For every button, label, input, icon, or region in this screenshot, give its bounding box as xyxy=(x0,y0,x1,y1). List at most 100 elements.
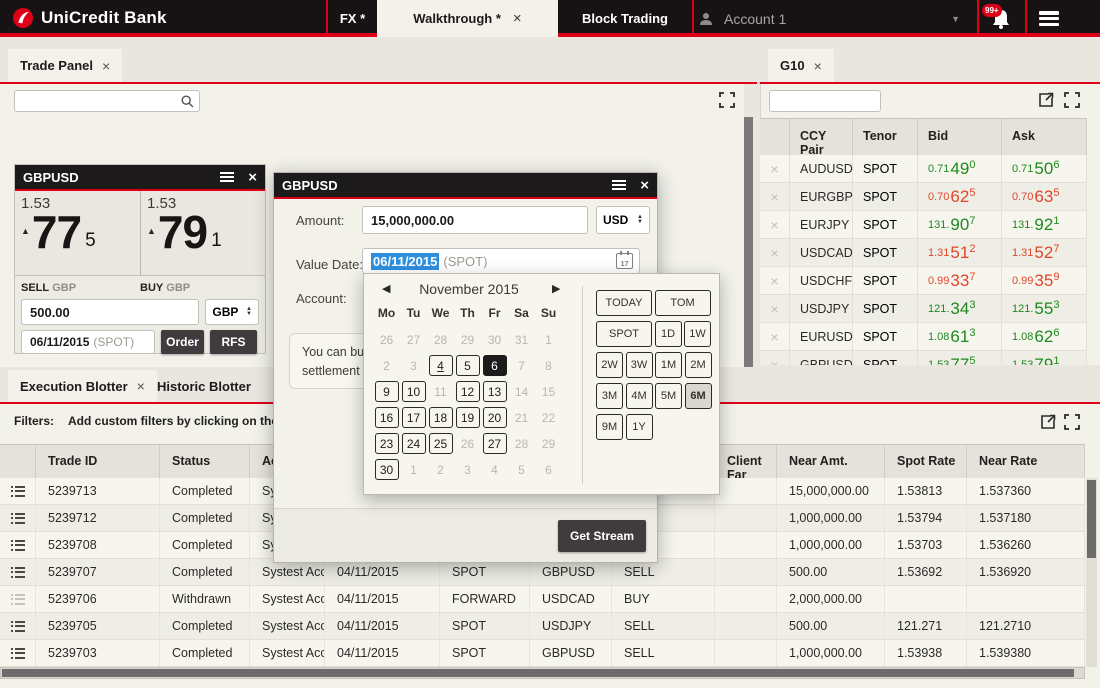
widget-close-icon[interactable]: × xyxy=(248,169,257,186)
g10-search[interactable] xyxy=(769,90,881,112)
calendar-day[interactable]: 27 xyxy=(482,432,507,455)
bid-cell[interactable]: 0.71490 xyxy=(918,155,1002,182)
tab-trade-panel[interactable]: Trade Panel × xyxy=(8,49,122,82)
calendar-day[interactable]: 23 xyxy=(374,432,399,455)
tenor-button-4m[interactable]: 4M xyxy=(626,383,653,409)
remove-row-icon[interactable]: × xyxy=(760,183,790,210)
remove-row-icon[interactable]: × xyxy=(760,267,790,294)
prev-month-icon[interactable]: ◀ xyxy=(382,282,390,295)
remove-row-icon[interactable]: × xyxy=(760,239,790,266)
buy-price-tile[interactable]: 1.53 ▲ 79 1 xyxy=(140,191,265,275)
bid-cell[interactable]: 1.08613 xyxy=(918,323,1002,350)
trade-row[interactable]: 5239705CompletedSystest Account04/11/201… xyxy=(0,613,1085,640)
tab-fx[interactable]: FX * xyxy=(328,0,377,37)
widget-menu-icon[interactable] xyxy=(220,172,234,182)
tenor-button-9m[interactable]: 9M xyxy=(596,414,623,440)
calendar-day[interactable]: 20 xyxy=(482,406,507,429)
bid-cell[interactable]: 0.99337 xyxy=(918,267,1002,294)
ask-cell[interactable]: 0.71506 xyxy=(1002,155,1087,182)
currency-select[interactable]: GBP ▲▼ xyxy=(205,299,259,325)
tenor-button-1m[interactable]: 1M xyxy=(655,352,682,378)
ask-cell[interactable]: 1.53791 xyxy=(1002,351,1087,365)
fullscreen-icon[interactable] xyxy=(1064,414,1081,431)
vertical-scrollbar[interactable] xyxy=(744,117,753,367)
amount-input[interactable]: 500.00 xyxy=(21,299,199,325)
search-input[interactable] xyxy=(15,91,199,111)
ask-cell[interactable]: 1.31527 xyxy=(1002,239,1087,266)
calendar-day[interactable]: 6 xyxy=(482,354,507,377)
tab-walkthrough[interactable]: Walkthrough * × xyxy=(377,0,558,37)
tenor-button-3m[interactable]: 3M xyxy=(596,383,623,409)
ask-cell[interactable]: 121.553 xyxy=(1002,295,1087,322)
bid-cell[interactable]: 1.31512 xyxy=(918,239,1002,266)
main-menu-icon[interactable] xyxy=(1039,11,1059,26)
horizontal-scrollbar[interactable] xyxy=(0,667,1085,679)
bid-cell[interactable]: 0.70625 xyxy=(918,183,1002,210)
remove-row-icon[interactable]: × xyxy=(760,155,790,182)
tab-execution-blotter[interactable]: Execution Blotter × xyxy=(8,370,157,402)
close-icon[interactable]: × xyxy=(137,378,145,394)
dialog-currency-select[interactable]: USD ▲▼ xyxy=(596,206,650,234)
dialog-menu-icon[interactable] xyxy=(612,180,626,190)
calendar-day[interactable]: 5 xyxy=(455,354,480,377)
calendar-day[interactable]: 19 xyxy=(455,406,480,429)
order-button[interactable]: Order xyxy=(161,330,204,354)
tab-block-trading[interactable]: Block Trading xyxy=(558,0,692,37)
get-stream-button[interactable]: Get Stream xyxy=(558,520,646,552)
tab-g10[interactable]: G10 × xyxy=(768,49,834,82)
instrument-search[interactable] xyxy=(14,90,200,112)
bid-cell[interactable]: 131.907 xyxy=(918,211,1002,238)
ask-cell[interactable]: 1.08626 xyxy=(1002,323,1087,350)
row-details-icon[interactable] xyxy=(11,594,25,605)
notifications-button[interactable]: 99+ xyxy=(984,4,1020,34)
value-date-input[interactable]: 06/11/2015 (SPOT) 17 xyxy=(362,248,640,274)
calendar-day[interactable]: 25 xyxy=(428,432,453,455)
calendar-day[interactable]: 13 xyxy=(482,380,507,403)
tenor-button-3w[interactable]: 3W xyxy=(626,352,653,378)
tenor-button-tom[interactable]: TOM xyxy=(655,290,711,316)
calendar-day[interactable]: 12 xyxy=(455,380,480,403)
remove-row-icon[interactable]: × xyxy=(760,211,790,238)
trade-row[interactable]: 5239706WithdrawnSystest Account04/11/201… xyxy=(0,586,1085,613)
ask-cell[interactable]: 0.99359 xyxy=(1002,267,1087,294)
tab-historic-blotter[interactable]: Historic Blotter xyxy=(145,370,263,402)
fullscreen-icon[interactable] xyxy=(719,92,736,109)
row-details-icon[interactable] xyxy=(11,540,25,551)
calendar-icon[interactable]: 17 xyxy=(616,253,633,269)
remove-row-icon[interactable]: × xyxy=(760,295,790,322)
remove-row-icon[interactable]: × xyxy=(760,351,790,365)
tenor-button-6m[interactable]: 6M xyxy=(685,383,712,409)
amount-input[interactable]: 15,000,000.00 xyxy=(362,206,588,234)
fullscreen-icon[interactable] xyxy=(1064,92,1081,109)
close-icon[interactable]: × xyxy=(102,58,110,74)
row-details-icon[interactable] xyxy=(11,621,25,632)
vertical-scrollbar[interactable] xyxy=(1086,478,1097,667)
calendar-day[interactable]: 18 xyxy=(428,406,453,429)
tenor-button-spot[interactable]: SPOT xyxy=(596,321,652,347)
row-details-icon[interactable] xyxy=(11,648,25,659)
popout-icon[interactable] xyxy=(1038,92,1055,109)
calendar-day[interactable]: 9 xyxy=(374,380,399,403)
trade-row[interactable]: 5239703CompletedSystest Account04/11/201… xyxy=(0,640,1085,667)
next-month-icon[interactable]: ▶ xyxy=(552,282,560,295)
account-menu[interactable]: Account 1 ▼ xyxy=(698,0,974,37)
search-input[interactable] xyxy=(770,91,880,111)
ask-cell[interactable]: 131.921 xyxy=(1002,211,1087,238)
tenor-button-2w[interactable]: 2W xyxy=(596,352,623,378)
tenor-button-1d[interactable]: 1D xyxy=(655,321,682,347)
calendar-day[interactable]: 16 xyxy=(374,406,399,429)
rfs-button[interactable]: RFS xyxy=(210,330,257,354)
value-date-input[interactable]: 06/11/2015(SPOT) xyxy=(21,330,155,354)
dialog-close-icon[interactable]: × xyxy=(640,177,649,194)
tenor-button-1w[interactable]: 1W xyxy=(684,321,711,347)
tenor-button-1y[interactable]: 1Y xyxy=(626,414,653,440)
sell-price-tile[interactable]: 1.53 ▲ 77 5 xyxy=(15,191,140,275)
row-details-icon[interactable] xyxy=(11,513,25,524)
bid-cell[interactable]: 1.53775 xyxy=(918,351,1002,365)
tenor-button-5m[interactable]: 5M xyxy=(655,383,682,409)
popout-icon[interactable] xyxy=(1040,414,1057,431)
trade-row[interactable]: 5239707CompletedSystest Account04/11/201… xyxy=(0,559,1085,586)
row-details-icon[interactable] xyxy=(11,486,25,497)
close-icon[interactable]: × xyxy=(513,10,522,27)
bid-cell[interactable]: 121.343 xyxy=(918,295,1002,322)
